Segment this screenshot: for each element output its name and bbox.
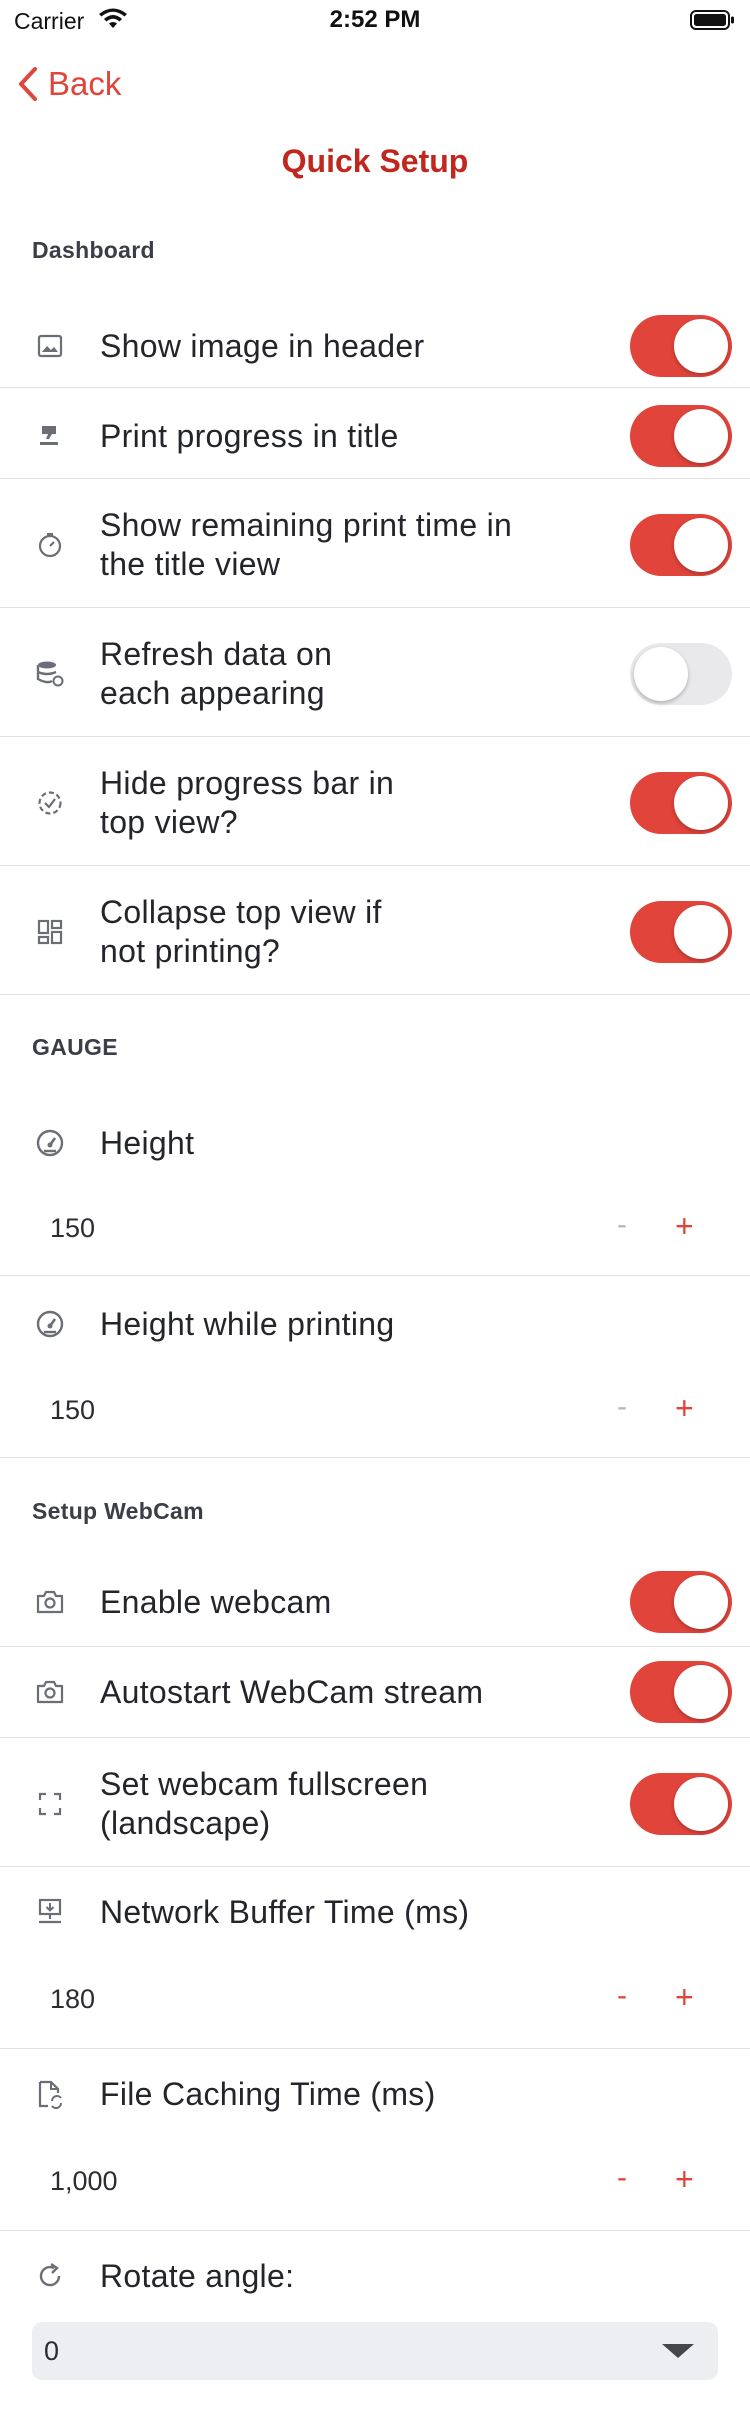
section-header-dashboard: Dashboard [32,237,155,263]
divider [0,1457,750,1458]
setting-label: Height [100,1124,195,1161]
page-title: Quick Setup [281,143,469,179]
setting-row-enable-webcam: Enable webcam [0,1562,750,1642]
chevron-left-icon [19,67,37,101]
progress-check-icon [34,787,66,819]
setting-label: File Caching Time (ms) [100,2075,436,2112]
section-header-webcam: Setup WebCam [32,1498,204,1524]
rotate-angle-select[interactable]: 0 [32,2322,718,2380]
rotate-icon [34,2260,66,2292]
stepper-value: 150 [50,1213,96,1243]
back-label: Back [48,65,122,102]
toggle-switch[interactable] [630,1773,732,1835]
setting-row-height-while-printing: Height while printing [0,1284,750,1364]
decrement-button[interactable]: - [617,1208,627,1242]
divider [0,2230,750,2231]
setting-row-print-progress-in-title: Print progress in title [0,396,750,476]
divider [0,865,750,866]
fullscreen-icon [34,1788,66,1820]
timer-icon [34,529,66,561]
toggle-switch[interactable] [630,1571,732,1633]
toggle-switch[interactable] [630,405,732,467]
camera-icon [34,1676,66,1708]
divider [0,1646,750,1647]
divider [0,1737,750,1738]
setting-row-rotate-angle: Rotate angle: [0,2236,750,2316]
setting-row-height: Height [0,1103,750,1183]
setting-row-file-caching-time: File Caching Time (ms) [0,2054,750,2134]
setting-row-autostart-webcam: Autostart WebCam stream [0,1652,750,1732]
setting-row-show-image-in-header: Show image in header [0,306,750,386]
increment-button[interactable]: + [675,1208,694,1245]
divider [0,994,750,995]
setting-row-webcam-fullscreen: Set webcam fullscreen (landscape) [0,1743,750,1865]
toggle-switch[interactable] [630,514,732,576]
gauge-icon [34,1308,66,1340]
select-value: 0 [44,2336,60,2366]
divider [0,607,750,608]
setting-label: Set webcam fullscreen (landscape) [100,1766,429,1841]
image-icon [34,330,66,362]
divider [0,387,750,388]
increment-button[interactable]: + [675,1979,694,2016]
clock: 2:52 PM [329,6,421,33]
setting-row-refresh-data: Refresh data on each appearing [0,613,750,735]
print-head-icon [34,420,66,452]
divider [0,2048,750,2049]
back-button[interactable]: Back [16,62,121,106]
setting-label: Network Buffer Time (ms) [100,1893,470,1930]
setting-row-show-remaining-print-time: Show remaining print time in the title v… [0,484,750,606]
dashboard-grid-icon [34,916,66,948]
setting-label: Rotate angle: [100,2257,295,2294]
file-sync-icon [34,2078,66,2110]
divider [0,1866,750,1867]
database-refresh-icon [34,658,66,690]
toggle-switch[interactable] [630,643,732,705]
setting-row-hide-progress-bar: Hide progress bar in top view? [0,742,750,864]
toggle-switch[interactable] [630,772,732,834]
toggle-switch[interactable] [630,1661,732,1723]
decrement-button[interactable]: - [617,1979,627,2013]
gauge-icon [34,1127,66,1159]
battery-icon [690,10,736,30]
setting-label: Collapse top view if not printing? [100,894,382,969]
setting-label: Autostart WebCam stream [100,1673,484,1710]
decrement-button[interactable]: - [617,1390,627,1424]
setting-label: Print progress in title [100,417,399,454]
setting-label: Show remaining print time in the title v… [100,507,513,582]
divider [0,736,750,737]
setting-label: Height while printing [100,1305,395,1342]
stepper-value: 1,000 [50,2166,118,2196]
setting-label: Enable webcam [100,1583,332,1620]
increment-button[interactable]: + [675,1390,694,1427]
setting-label: Hide progress bar in top view? [100,765,395,840]
camera-icon [34,1586,66,1618]
network-download-icon [34,1896,66,1928]
status-bar: Carrier 2:52 PM [0,0,750,44]
toggle-switch[interactable] [630,315,732,377]
setting-label: Show image in header [100,327,425,364]
increment-button[interactable]: + [675,2161,694,2198]
stepper-value: 180 [50,1984,96,2014]
decrement-button[interactable]: - [617,2161,627,2195]
setting-label: Refresh data on each appearing [100,636,333,711]
stepper-value: 150 [50,1395,96,1425]
divider [0,1275,750,1276]
section-header-gauge: GAUGE [32,1034,118,1060]
setting-row-network-buffer-time: Network Buffer Time (ms) [0,1872,750,1952]
divider [0,478,750,479]
setting-row-collapse-top-view: Collapse top view if not printing? [0,871,750,993]
toggle-switch[interactable] [630,901,732,963]
dropdown-caret-icon [662,2344,694,2358]
